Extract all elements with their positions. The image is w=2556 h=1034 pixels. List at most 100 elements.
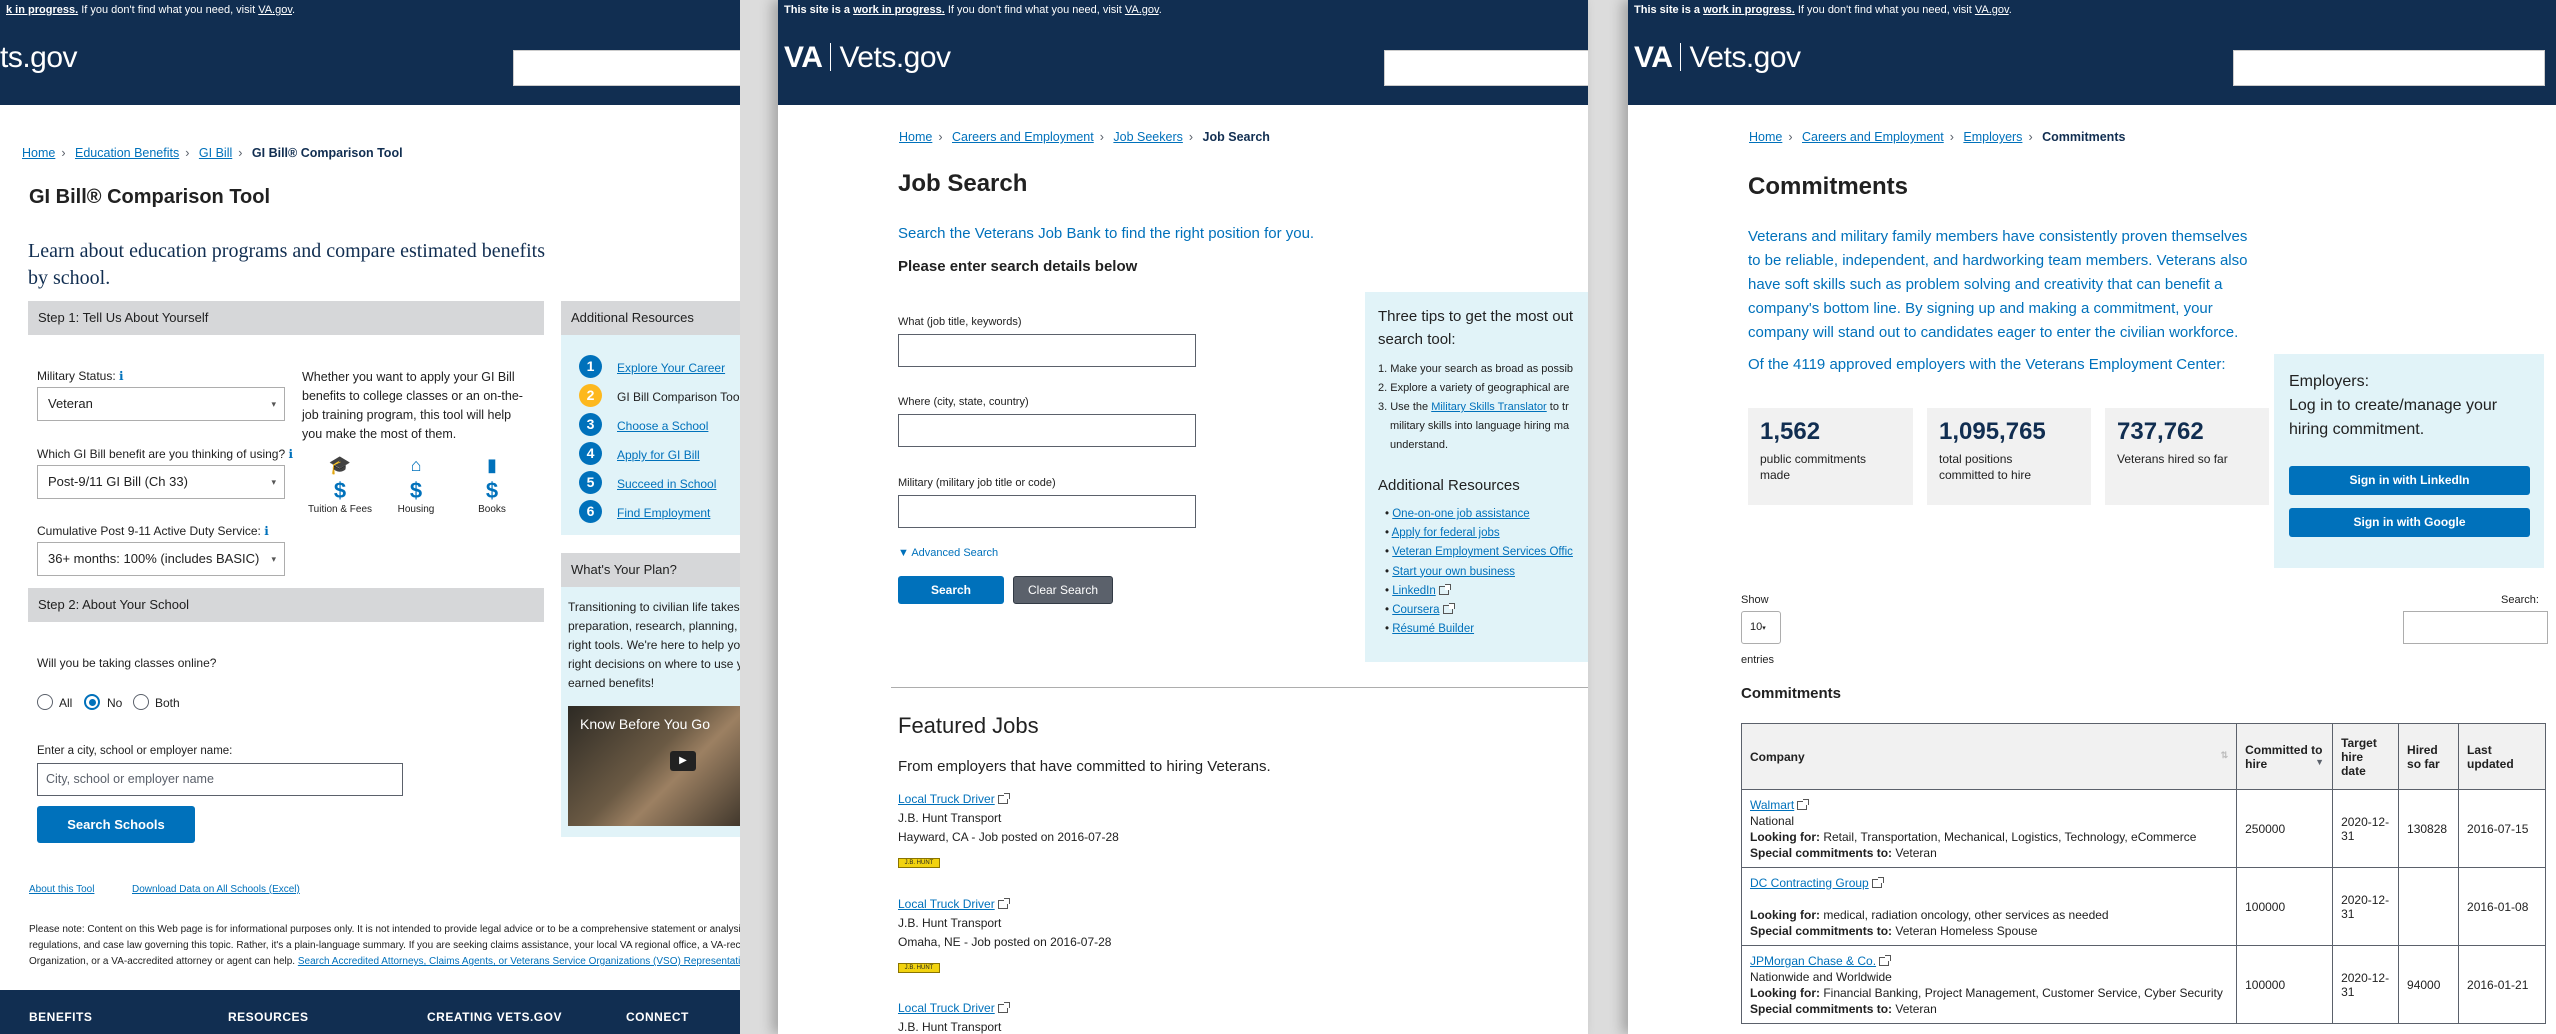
resource-resume-builder[interactable]: Résumé Builder [1392, 623, 1474, 635]
book-icon: ▮ [487, 455, 497, 475]
entries-select[interactable]: 10▾ [1741, 611, 1781, 644]
where-input[interactable] [898, 414, 1196, 447]
dollar-icon: $ [485, 478, 499, 503]
col-company[interactable]: Company ⇅ [1740, 723, 2238, 790]
resources-list: • One-on-one job assistance • Apply for … [1385, 508, 1573, 636]
banner-wip-text[interactable]: k in progress. [6, 4, 78, 16]
resource-linkedin[interactable]: LinkedIn [1392, 585, 1435, 597]
benefit-select[interactable]: Post-9/11 GI Bill (Ch 33) ▾ [37, 465, 285, 499]
search-button[interactable]: Search [898, 576, 1004, 604]
info-icon[interactable]: ℹ [288, 447, 293, 461]
employer-login-text: Employers: Log in to create/manage your … [2289, 373, 2498, 438]
job-title-link[interactable]: Local Truck Driver [898, 897, 995, 911]
breadcrumb-education[interactable]: Education Benefits [75, 146, 179, 160]
breadcrumb-gi-bill[interactable]: GI Bill [199, 146, 232, 160]
resource-choose-school[interactable]: Choose a School [617, 419, 708, 433]
video-thumbnail[interactable]: Know Before You Go ▶ [568, 706, 740, 826]
page-title: GI Bill® Comparison Tool [29, 186, 271, 208]
about-tool-link[interactable]: About this Tool [29, 884, 94, 895]
resource-federal-jobs[interactable]: Apply for federal jobs [1392, 527, 1500, 539]
play-icon[interactable]: ▶ [670, 751, 696, 771]
vagov-link[interactable]: VA.gov [258, 4, 292, 16]
external-link-icon [997, 793, 1010, 804]
header-search-input[interactable] [2233, 50, 2545, 86]
accredited-link[interactable]: Search Accredited Attorneys, Claims Agen… [298, 956, 740, 967]
col-hired[interactable]: Hired so far [2398, 723, 2460, 790]
resource-apply[interactable]: Apply for GI Bill [617, 448, 700, 462]
online-question: Will you be taking classes online? [37, 656, 217, 670]
resource-employment-office[interactable]: Veteran Employment Services Offic [1392, 546, 1573, 558]
company-cell: JPMorgan Chase & Co. Nationwide and Worl… [1740, 945, 2238, 1024]
military-input[interactable] [898, 495, 1196, 528]
sign-in-linkedin-button[interactable]: Sign in with LinkedIn [2289, 466, 2530, 495]
footer-resources[interactable]: RESOURCES [228, 1010, 309, 1024]
info-icon[interactable]: ℹ [119, 369, 124, 383]
search-schools-button[interactable]: Search Schools [37, 806, 195, 843]
table-search-input[interactable] [2403, 611, 2548, 644]
header-search-input[interactable] [1384, 50, 1588, 86]
banner-wip-link[interactable]: work in progress. [853, 4, 945, 16]
footer-creating[interactable]: CREATING VETS.GOV [427, 1010, 562, 1024]
military-skills-translator-link[interactable]: Military Skills Translator [1431, 401, 1547, 413]
breadcrumb-careers[interactable]: Careers and Employment [952, 130, 1094, 144]
vagov-link[interactable]: VA.gov [1975, 4, 2009, 16]
sort-desc-icon: ▼ [2315, 756, 2325, 767]
hired-cell: 94000 [2398, 945, 2460, 1024]
vets-gov-logo[interactable]: ts.gov [0, 41, 78, 75]
tuition-benefit: 🎓 $ Tuition & Fees [305, 455, 375, 515]
external-link-icon [1879, 954, 1892, 966]
resources-header: Additional Resources [561, 301, 740, 335]
school-search-input[interactable]: City, school or employer name [37, 763, 403, 796]
radio-both[interactable] [133, 694, 149, 710]
vets-gov-logo[interactable]: VA Vets.gov [1634, 41, 1801, 75]
approved-employers-text: Of the 4119 approved employers with the … [1748, 356, 2226, 373]
resource-employment[interactable]: Find Employment [617, 506, 710, 520]
radio-all[interactable] [37, 694, 53, 710]
vagov-link[interactable]: VA.gov [1125, 4, 1159, 16]
external-link-icon [1442, 603, 1455, 615]
col-committed[interactable]: Committed to hire ▼ [2236, 723, 2334, 790]
info-icon[interactable]: ℹ [264, 524, 269, 538]
sign-in-google-button[interactable]: Sign in with Google [2289, 508, 2530, 537]
breadcrumb-home[interactable]: Home [1749, 130, 1782, 144]
footer-benefits[interactable]: BENEFITS [29, 1010, 92, 1024]
download-data-link[interactable]: Download Data on All Schools (Excel) [132, 884, 300, 895]
breadcrumb-careers[interactable]: Careers and Employment [1802, 130, 1944, 144]
breadcrumb-employers[interactable]: Employers [1963, 130, 2022, 144]
military-status-select[interactable]: Veteran ▾ [37, 387, 285, 421]
col-last-updated[interactable]: Last updated [2458, 723, 2546, 790]
job-title-link[interactable]: Local Truck Driver [898, 1001, 995, 1015]
breadcrumb-home[interactable]: Home [899, 130, 932, 144]
company-logo: J.B. HUNT [898, 963, 940, 973]
step-number: 4 [579, 442, 602, 465]
advanced-search-toggle[interactable]: ▼ Advanced Search [898, 547, 998, 559]
radio-no[interactable] [84, 694, 100, 710]
external-link-icon [1871, 876, 1884, 888]
hired-cell: 130828 [2398, 789, 2460, 868]
header-search-input[interactable] [513, 50, 740, 86]
company-link[interactable]: Walmart [1750, 798, 1794, 812]
table-row: DC Contracting Group Looking for: medica… [1740, 867, 2546, 946]
committed-cell: 100000 [2236, 867, 2334, 946]
vets-gov-logo[interactable]: VA Vets.gov [784, 41, 951, 75]
resource-explore-career[interactable]: Explore Your Career [617, 361, 725, 375]
service-select[interactable]: 36+ months: 100% (includes BASIC) ▾ [37, 542, 285, 576]
table-header-row: Company ⇅ Committed to hire ▼ Target hire … [1740, 723, 2546, 790]
breadcrumb-home[interactable]: Home [22, 146, 55, 160]
banner-wip-link[interactable]: work in progress. [1703, 4, 1795, 16]
radio-no-label: No [107, 696, 123, 710]
company-link[interactable]: JPMorgan Chase & Co. [1750, 954, 1876, 968]
resource-own-business[interactable]: Start your own business [1392, 566, 1515, 578]
resource-job-assistance[interactable]: One-on-one job assistance [1392, 508, 1529, 520]
col-target-date[interactable]: Target hire date [2332, 723, 2400, 790]
breadcrumb-job-seekers[interactable]: Job Seekers [1113, 130, 1182, 144]
stat-veterans-hired: 737,762 Veterans hired so far [2105, 408, 2269, 505]
job-title-link[interactable]: Local Truck Driver [898, 792, 995, 806]
clear-search-button[interactable]: Clear Search [1013, 576, 1113, 604]
footer-connect[interactable]: CONNECT [626, 1010, 689, 1024]
what-input[interactable] [898, 334, 1196, 367]
resources-title: Additional Resources [1378, 477, 1520, 494]
resource-coursera[interactable]: Coursera [1392, 604, 1439, 616]
company-link[interactable]: DC Contracting Group [1750, 876, 1869, 890]
resource-succeed[interactable]: Succeed in School [617, 477, 716, 491]
